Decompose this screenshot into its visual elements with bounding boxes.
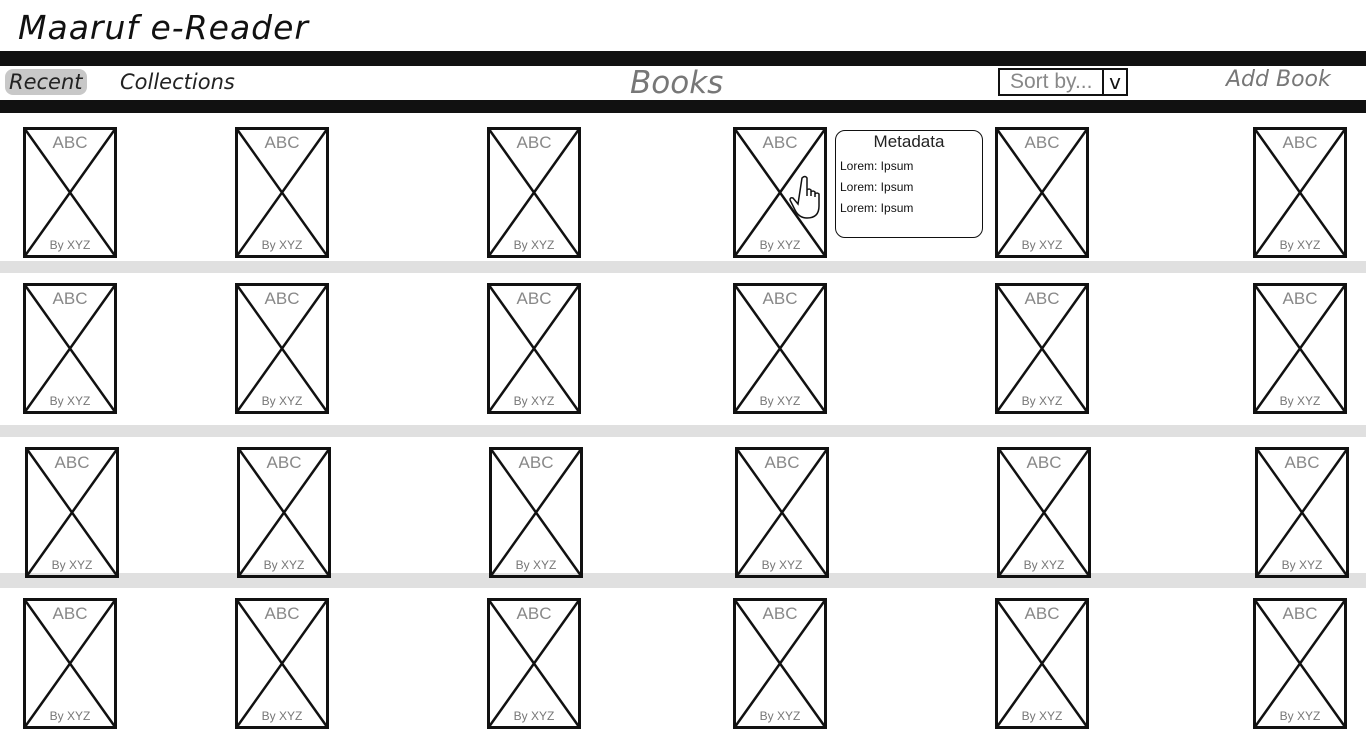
book-author: By XYZ	[1279, 394, 1321, 408]
chevron-down-icon[interactable]: v	[1102, 70, 1126, 94]
book-title: ABC	[762, 133, 798, 152]
book-card[interactable]: ABC By XYZ	[235, 283, 329, 414]
book-author: By XYZ	[1021, 709, 1063, 723]
book-card[interactable]: ABC By XYZ	[733, 598, 827, 729]
book-card[interactable]: ABC By XYZ	[1253, 283, 1347, 414]
book-card[interactable]: ABC By XYZ	[995, 127, 1089, 258]
book-card[interactable]: ABC By XYZ	[1255, 447, 1349, 578]
metadata-row: Lorem: Ipsum	[840, 180, 914, 194]
add-book-button[interactable]: Add Book	[1226, 67, 1331, 92]
book-author: By XYZ	[51, 558, 93, 572]
book-title: ABC	[1282, 289, 1318, 308]
book-card[interactable]: ABC By XYZ	[735, 447, 829, 578]
sort-placeholder: Sort by...	[1010, 70, 1093, 93]
book-card[interactable]: ABC By XYZ	[235, 127, 329, 258]
book-title: ABC	[762, 604, 798, 623]
book-card[interactable]: ABC By XYZ	[487, 598, 581, 729]
book-author: By XYZ	[1281, 558, 1323, 572]
book-title: ABC	[1282, 604, 1318, 623]
hand-pointer-icon	[789, 175, 820, 219]
book-card[interactable]: ABC By XYZ	[235, 598, 329, 729]
book-title: ABC	[516, 289, 552, 308]
book-title: ABC	[518, 453, 554, 472]
header-divider-top	[0, 51, 1366, 66]
book-title: ABC	[266, 453, 302, 472]
book-title: ABC	[1026, 453, 1062, 472]
book-title: ABC	[54, 453, 90, 472]
book-author: By XYZ	[1023, 558, 1065, 572]
sort-dropdown[interactable]: Sort by... v	[998, 68, 1128, 96]
book-author: By XYZ	[263, 558, 305, 572]
book-card[interactable]: ABC By XYZ	[995, 283, 1089, 414]
book-title: ABC	[264, 604, 300, 623]
book-title: ABC	[762, 289, 798, 308]
book-author: By XYZ	[513, 394, 555, 408]
book-card[interactable]: ABC By XYZ	[23, 598, 117, 729]
book-card[interactable]: ABC By XYZ	[997, 447, 1091, 578]
book-author: By XYZ	[261, 709, 303, 723]
book-author: By XYZ	[1279, 238, 1321, 252]
book-author: By XYZ	[1021, 394, 1063, 408]
shelf-divider	[0, 573, 1366, 588]
shelf-divider	[0, 261, 1366, 273]
header-divider-bottom	[0, 100, 1366, 113]
book-author: By XYZ	[515, 558, 557, 572]
book-title: ABC	[1024, 133, 1060, 152]
metadata-tooltip: Metadata Lorem: Ipsum Lorem: Ipsum Lorem…	[835, 130, 983, 238]
book-title: ABC	[1284, 453, 1320, 472]
book-title: ABC	[1024, 289, 1060, 308]
book-author: By XYZ	[513, 238, 555, 252]
metadata-row: Lorem: Ipsum	[840, 201, 914, 215]
book-card[interactable]: ABC By XYZ	[487, 283, 581, 414]
book-author: By XYZ	[1279, 709, 1321, 723]
book-card[interactable]: ABC By XYZ	[23, 127, 117, 258]
nav-tab-collections[interactable]: Collections	[120, 70, 235, 94]
book-title: ABC	[516, 133, 552, 152]
book-title: ABC	[52, 133, 88, 152]
book-card[interactable]: ABC By XYZ	[1253, 598, 1347, 729]
book-author: By XYZ	[759, 394, 801, 408]
book-author: By XYZ	[759, 238, 801, 252]
book-card[interactable]: ABC By XYZ	[487, 127, 581, 258]
book-title: ABC	[764, 453, 800, 472]
book-author: By XYZ	[1021, 238, 1063, 252]
book-card[interactable]: ABC By XYZ	[995, 598, 1089, 729]
nav-tab-recent[interactable]: Recent	[5, 69, 87, 95]
book-title: ABC	[264, 289, 300, 308]
app-title: Maaruf e-Reader	[18, 8, 309, 47]
book-title: ABC	[1282, 133, 1318, 152]
shelf-divider	[0, 425, 1366, 437]
book-author: By XYZ	[261, 238, 303, 252]
book-title: ABC	[264, 133, 300, 152]
book-title: ABC	[1024, 604, 1060, 623]
book-card[interactable]: ABC By XYZ	[25, 447, 119, 578]
book-author: By XYZ	[49, 709, 91, 723]
book-title: ABC	[52, 604, 88, 623]
book-title: ABC	[52, 289, 88, 308]
book-card[interactable]: ABC By XYZ	[23, 283, 117, 414]
book-author: By XYZ	[261, 394, 303, 408]
book-author: By XYZ	[49, 238, 91, 252]
page-title: Books	[630, 65, 724, 101]
book-card[interactable]: ABC By XYZ	[237, 447, 331, 578]
book-card[interactable]: ABC By XYZ	[1253, 127, 1347, 258]
book-card[interactable]: ABC By XYZ	[489, 447, 583, 578]
book-card[interactable]: ABC By XYZ	[733, 283, 827, 414]
metadata-title: Metadata	[873, 132, 945, 151]
book-author: By XYZ	[49, 394, 91, 408]
metadata-row: Lorem: Ipsum	[840, 159, 914, 173]
book-title: ABC	[516, 604, 552, 623]
book-author: By XYZ	[761, 558, 803, 572]
book-author: By XYZ	[759, 709, 801, 723]
book-author: By XYZ	[513, 709, 555, 723]
